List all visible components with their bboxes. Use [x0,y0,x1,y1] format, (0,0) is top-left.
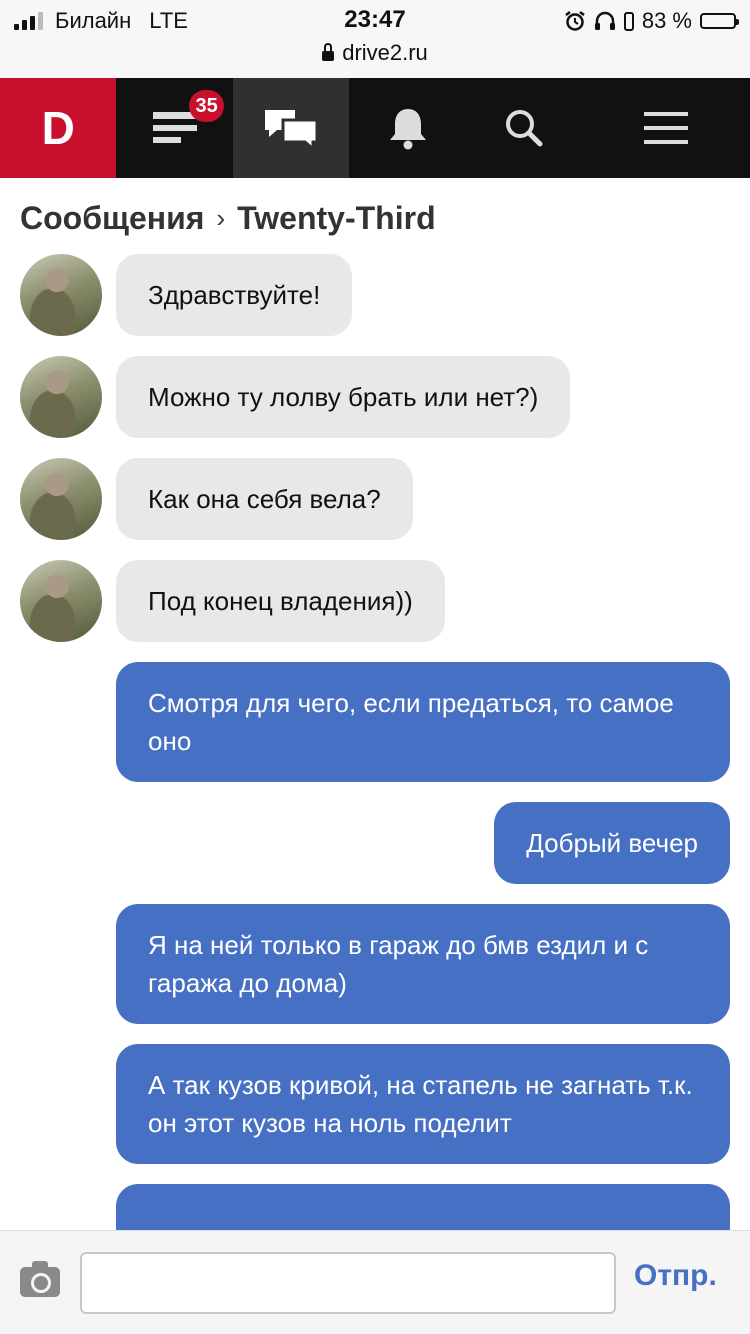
message-row-incoming: Как она себя вела? [0,458,750,540]
message-list[interactable]: Здравствуйте! Можно ту лолву брать или н… [0,254,750,1230]
bell-icon [389,109,426,150]
battery-icon [700,13,739,29]
message-bubble: Я на ней только в гараж до бмв ездил и с… [116,904,730,1024]
breadcrumb-separator: › [216,203,226,233]
contact-avatar[interactable] [20,356,102,438]
nav-search[interactable] [466,78,582,178]
nav-notifications[interactable] [349,78,465,178]
message-bubble: Здравствуйте! [116,254,353,336]
message-bubble [116,1184,730,1230]
contact-avatar[interactable] [20,458,102,540]
message-bubble: Можно ту лолву брать или нет?) [116,356,571,438]
message-bubble: Под конец владения)) [116,560,445,642]
breadcrumb-messages-link[interactable]: Сообщения [20,200,204,236]
message-input[interactable] [80,1252,616,1314]
nav-menu[interactable] [582,78,750,178]
breadcrumb: Сообщения › Twenty-Third [20,200,436,237]
message-bubble: Смотря для чего, если предаться, то само… [116,662,730,782]
contact-avatar[interactable] [20,254,102,336]
message-bubble: Как она себя вела? [116,458,413,540]
message-bubble: Добрый вечер [494,802,730,884]
site-navbar: D 35 [0,78,750,178]
orientation-lock-icon [623,12,634,31]
contact-avatar[interactable] [20,560,102,642]
message-row-incoming: Под конец владения)) [0,560,750,642]
notification-badge: 35 [189,90,224,122]
messages-icon [265,110,319,150]
lock-icon [322,43,335,61]
message-row-outgoing [0,1184,750,1230]
headphones-icon [594,11,615,30]
message-row-outgoing: Я на ней только в гараж до бмв ездил и с… [0,904,750,1024]
url-text: drive2.ru [342,40,428,65]
message-bubble: А так кузов кривой, на стапель не загнат… [116,1044,730,1164]
message-row-incoming: Можно ту лолву брать или нет?) [0,356,750,438]
search-icon [506,110,543,147]
menu-icon [644,112,689,144]
status-right: 83 % [564,6,739,36]
message-row-incoming: Здравствуйте! [0,254,750,336]
status-bar: Билайн LTE 23:47 drive2.ru 83 % [0,0,750,78]
camera-icon[interactable] [20,1261,60,1297]
alarm-icon [565,11,585,31]
message-row-outgoing: Добрый вечер [0,802,750,884]
message-composer: Отпр. [0,1230,750,1334]
battery-percent: 83 % [641,8,692,33]
message-row-outgoing: Смотря для чего, если предаться, то само… [0,662,750,782]
nav-feed[interactable]: 35 [116,78,232,178]
drive2-logo[interactable]: D [0,78,117,178]
nav-messages[interactable] [232,78,350,178]
breadcrumb-contact: Twenty-Third [237,200,436,236]
message-row-outgoing: А так кузов кривой, на стапель не загнат… [0,1044,750,1164]
send-button[interactable]: Отпр. [634,1259,717,1293]
address-bar[interactable]: drive2.ru [0,40,750,66]
